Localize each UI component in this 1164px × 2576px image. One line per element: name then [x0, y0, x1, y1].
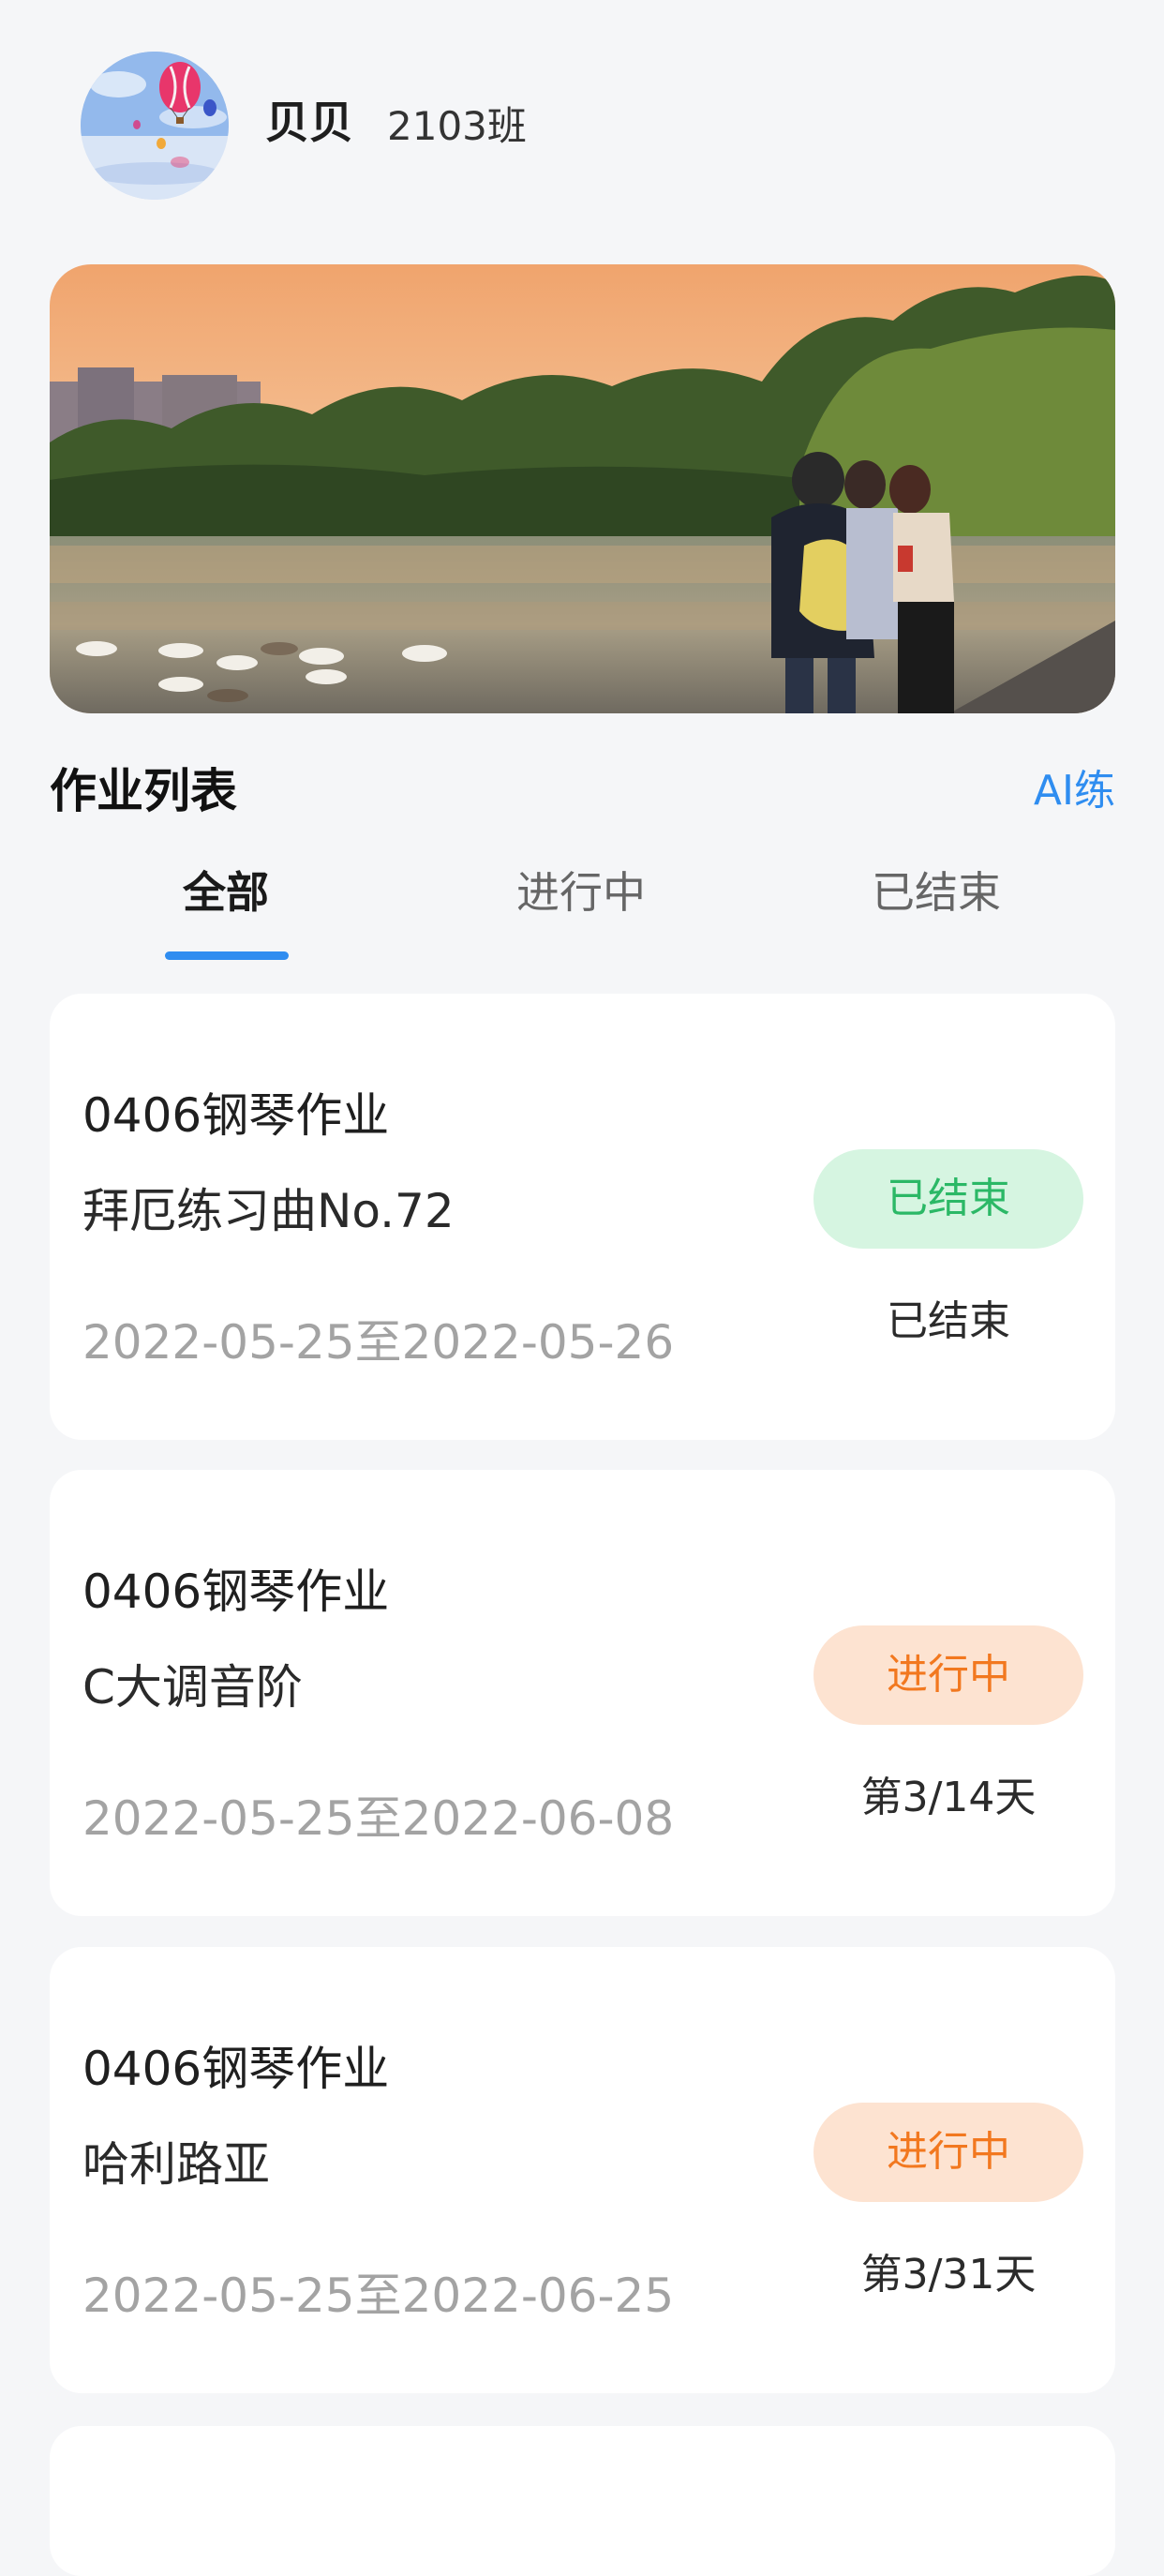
assignment-title: 0406钢琴作业 [82, 1565, 390, 1619]
tab-bar: 全部 进行中 已结束 [0, 858, 1164, 961]
hot-air-balloon-icon [81, 52, 229, 200]
assignment-date-range: 2022-05-25至2022-05-26 [82, 1315, 675, 1370]
status-badge: 进行中 [813, 1625, 1083, 1725]
assignment-subtitle: 拜厄练习曲No.72 [82, 1184, 455, 1238]
assignment-date-range: 2022-05-25至2022-06-08 [82, 1791, 675, 1846]
assignment-progress: 第3/31天 [860, 2251, 1037, 2299]
assignment-card[interactable]: 0406钢琴作业 哈利路亚 2022-05-25至2022-06-25 进行中 … [50, 1947, 1115, 2393]
status-badge: 已结束 [813, 1149, 1083, 1249]
assignment-subtitle: C大调音阶 [82, 1660, 303, 1715]
status-badge: 进行中 [813, 2103, 1083, 2202]
assignment-title: 0406钢琴作业 [82, 2042, 390, 2096]
ai-practice-link[interactable]: AI练 [1034, 763, 1115, 819]
avatar[interactable] [81, 52, 229, 200]
assignment-subtitle: 哈利路亚 [82, 2137, 270, 2192]
lake-photo [50, 264, 1115, 713]
banner-image[interactable] [50, 264, 1115, 713]
tab-ended[interactable]: 已结束 [796, 858, 1077, 927]
assignment-card[interactable] [50, 2426, 1115, 2576]
section-title: 作业列表 [50, 764, 237, 818]
assignment-card[interactable]: 0406钢琴作业 拜厄练习曲No.72 2022-05-25至2022-05-2… [50, 994, 1115, 1440]
assignment-progress: 第3/14天 [860, 1774, 1037, 1821]
assignment-title: 0406钢琴作业 [82, 1088, 390, 1143]
assignment-card[interactable]: 0406钢琴作业 C大调音阶 2022-05-25至2022-06-08 进行中… [50, 1470, 1115, 1916]
profile-header: 贝贝 2103班 [0, 0, 1164, 234]
tab-all[interactable]: 全部 [85, 858, 366, 927]
assignment-progress: 已结束 [887, 1297, 1010, 1345]
assignment-date-range: 2022-05-25至2022-06-25 [82, 2269, 675, 2323]
tab-ongoing[interactable]: 进行中 [440, 858, 722, 927]
user-name: 贝贝 [265, 97, 353, 149]
class-name: 2103班 [387, 103, 527, 149]
active-tab-indicator [165, 951, 289, 960]
